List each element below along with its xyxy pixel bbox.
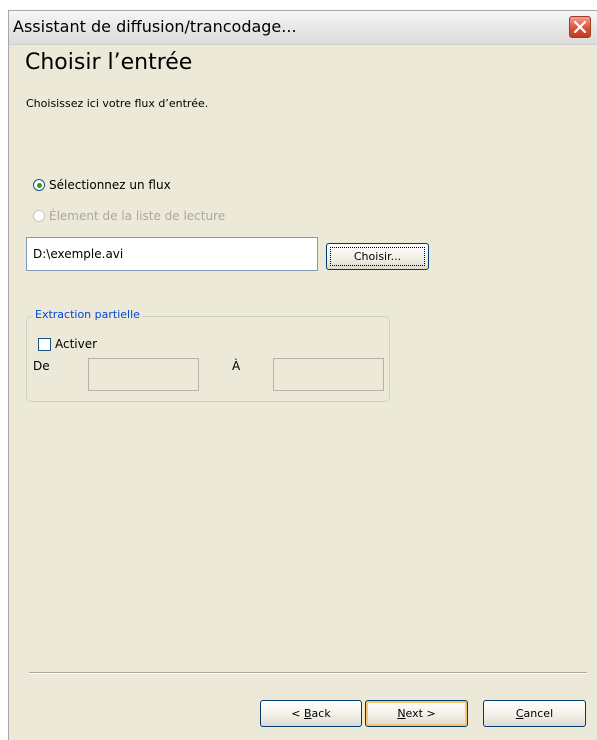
from-label: De xyxy=(33,359,50,373)
title-bar[interactable]: Assistant de diffusion/trancodage... xyxy=(9,11,597,45)
radio-playlist-item-button xyxy=(33,210,45,222)
enable-checkbox[interactable] xyxy=(38,337,51,351)
partial-extraction-group: Extraction partielle Activer De À xyxy=(26,308,390,402)
footer-separator xyxy=(29,672,587,674)
close-button[interactable] xyxy=(569,16,591,38)
enable-checkbox-label: Activer xyxy=(55,337,98,351)
choose-button[interactable]: Choisir... xyxy=(326,243,429,270)
back-prefix: < xyxy=(291,707,304,720)
to-field xyxy=(273,358,384,391)
choose-button-label: Choisir... xyxy=(353,250,402,263)
back-mnemonic: B xyxy=(304,707,312,720)
page-subtitle: Choisissez ici votre flux d’entrée. xyxy=(26,97,209,110)
back-button-label: < Back xyxy=(291,707,330,720)
cancel-button-label: Cancel xyxy=(516,707,553,720)
radio-select-stream-button[interactable] xyxy=(33,179,45,191)
next-button[interactable]: Next > xyxy=(365,700,468,727)
input-path-field[interactable] xyxy=(26,237,318,271)
to-label: À xyxy=(232,359,241,373)
close-icon xyxy=(573,20,587,34)
cancel-rest: ancel xyxy=(523,707,554,720)
enable-checkbox-row[interactable]: Activer xyxy=(38,337,97,351)
radio-select-stream[interactable]: Sélectionnez un flux xyxy=(33,178,171,192)
next-rest: ext > xyxy=(405,707,436,720)
wizard-window: Assistant de diffusion/trancodage... Cho… xyxy=(8,10,597,740)
cancel-mnemonic: C xyxy=(515,707,524,720)
back-button[interactable]: < Back xyxy=(260,700,362,727)
cancel-button[interactable]: Cancel xyxy=(483,700,586,727)
back-rest: ack xyxy=(311,707,331,720)
next-mnemonic: N xyxy=(397,707,406,720)
window-title: Assistant de diffusion/trancodage... xyxy=(13,17,297,36)
next-button-label: Next > xyxy=(397,707,435,720)
from-field xyxy=(88,358,199,391)
page-title: Choisir l’entrée xyxy=(25,50,193,75)
radio-select-stream-label: Sélectionnez un flux xyxy=(49,178,171,192)
radio-playlist-item: Élement de la liste de lecture xyxy=(33,209,225,223)
radio-playlist-item-label: Élement de la liste de lecture xyxy=(49,209,226,223)
partial-extraction-legend: Extraction partielle xyxy=(33,308,142,321)
